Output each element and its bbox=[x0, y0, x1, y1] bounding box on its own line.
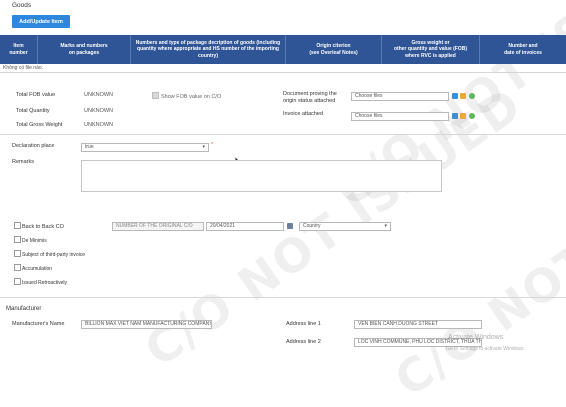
third-party-invoice-label: Subject of third-party invoice bbox=[22, 252, 86, 258]
declaration-place-value: true bbox=[85, 144, 94, 150]
empty-table-message: Không có file nào. bbox=[0, 64, 566, 73]
back-to-back-checkbox[interactable] bbox=[14, 222, 21, 229]
de-minimis-label: De Minimis bbox=[22, 238, 47, 244]
total-quantity-label: Total Quantity bbox=[16, 108, 50, 114]
document-proving-label: Document proving the origin status attac… bbox=[283, 91, 337, 104]
total-fob-value: UNKNOWN bbox=[84, 92, 114, 98]
address-line2-label: Address line 2 bbox=[286, 339, 321, 345]
issued-retroactively-checkbox[interactable] bbox=[14, 278, 21, 285]
calendar-icon[interactable] bbox=[287, 223, 293, 229]
invoice-attached-label: Invoice attached bbox=[283, 111, 324, 117]
accumulation-label: Accumulation bbox=[22, 266, 53, 272]
manufacturer-section-title: Manufacturer bbox=[6, 306, 42, 312]
divider bbox=[0, 134, 566, 135]
original-co-number-input[interactable]: NUMBER OF THE ORIGINAL C/O bbox=[112, 222, 204, 231]
activate-windows-title: Activate Windows bbox=[448, 334, 504, 341]
de-minimis-checkbox[interactable] bbox=[14, 236, 21, 243]
col-package-description: Numbers and type of package decription o… bbox=[131, 35, 286, 64]
back-to-back-label: Back to Back CO bbox=[22, 224, 64, 230]
add-icon[interactable] bbox=[469, 93, 475, 99]
goods-table-header: Item number Marks and numbers on package… bbox=[0, 35, 566, 64]
declaration-place-label: Declaration place bbox=[12, 143, 55, 149]
issued-retroactively-label: Issued Retroactively bbox=[22, 280, 68, 286]
address-line1-label: Address line 1 bbox=[286, 321, 321, 327]
country-placeholder: Country bbox=[303, 223, 321, 229]
divider bbox=[0, 297, 566, 298]
remarks-textarea[interactable] bbox=[81, 160, 442, 192]
folder-icon[interactable] bbox=[460, 113, 466, 119]
country-select[interactable]: Country ▾ bbox=[299, 222, 391, 231]
date-input[interactable]: 20/04/2021 bbox=[206, 222, 284, 231]
show-fob-label: Show FOB value on C/O bbox=[161, 94, 222, 100]
manufacturer-name-label: Manufacturer's Name bbox=[12, 321, 65, 327]
manufacturer-name-input[interactable]: BILLION MAX VIET NAM MANUFACTURING COMPA… bbox=[81, 320, 212, 329]
show-fob-checkbox[interactable] bbox=[152, 92, 159, 99]
total-gross-weight-value: UNKNOWN bbox=[84, 122, 114, 128]
col-gross-weight: Gross weight or other quantity and value… bbox=[382, 35, 480, 64]
watermark-text: C/O NOT ISSUED bbox=[384, 107, 566, 407]
declaration-place-select[interactable]: true ▾ bbox=[81, 143, 209, 152]
folder-icon[interactable] bbox=[460, 93, 466, 99]
add-icon[interactable] bbox=[469, 113, 475, 119]
add-update-item-button[interactable]: Add/Update Item bbox=[12, 15, 70, 28]
third-party-invoice-checkbox[interactable] bbox=[14, 250, 21, 257]
address-line1-input[interactable]: VEN BIEN CANH DUONG STREET bbox=[354, 320, 482, 329]
chevron-down-icon: ▾ bbox=[384, 223, 387, 229]
chevron-down-icon: ▾ bbox=[202, 144, 205, 150]
col-invoices: Number and date of invoices bbox=[504, 43, 542, 56]
required-mark: * bbox=[211, 142, 214, 148]
col-item-number: Item number bbox=[0, 35, 38, 64]
col-marks-numbers: Marks and numbers on packages bbox=[38, 35, 131, 64]
upload-icon[interactable] bbox=[452, 113, 458, 119]
col-origin-criterion: Origin citerion (see Overleaf Notes) bbox=[286, 35, 382, 64]
goods-section-title: Goods bbox=[12, 2, 32, 9]
accumulation-checkbox[interactable] bbox=[14, 264, 21, 271]
invoice-file-input[interactable]: Choose files bbox=[351, 112, 449, 121]
upload-icon[interactable] bbox=[452, 93, 458, 99]
total-fob-label: Total FOB value bbox=[16, 92, 56, 98]
activate-windows-subtitle: Go to Settings to activate Windows. bbox=[446, 346, 525, 352]
remarks-label: Remarks bbox=[12, 159, 35, 165]
total-quantity-value: UNKNOWN bbox=[84, 108, 114, 114]
total-gross-weight-label: Total Gross Weight bbox=[16, 122, 63, 128]
document-proving-file-input[interactable]: Choose files bbox=[351, 92, 449, 101]
